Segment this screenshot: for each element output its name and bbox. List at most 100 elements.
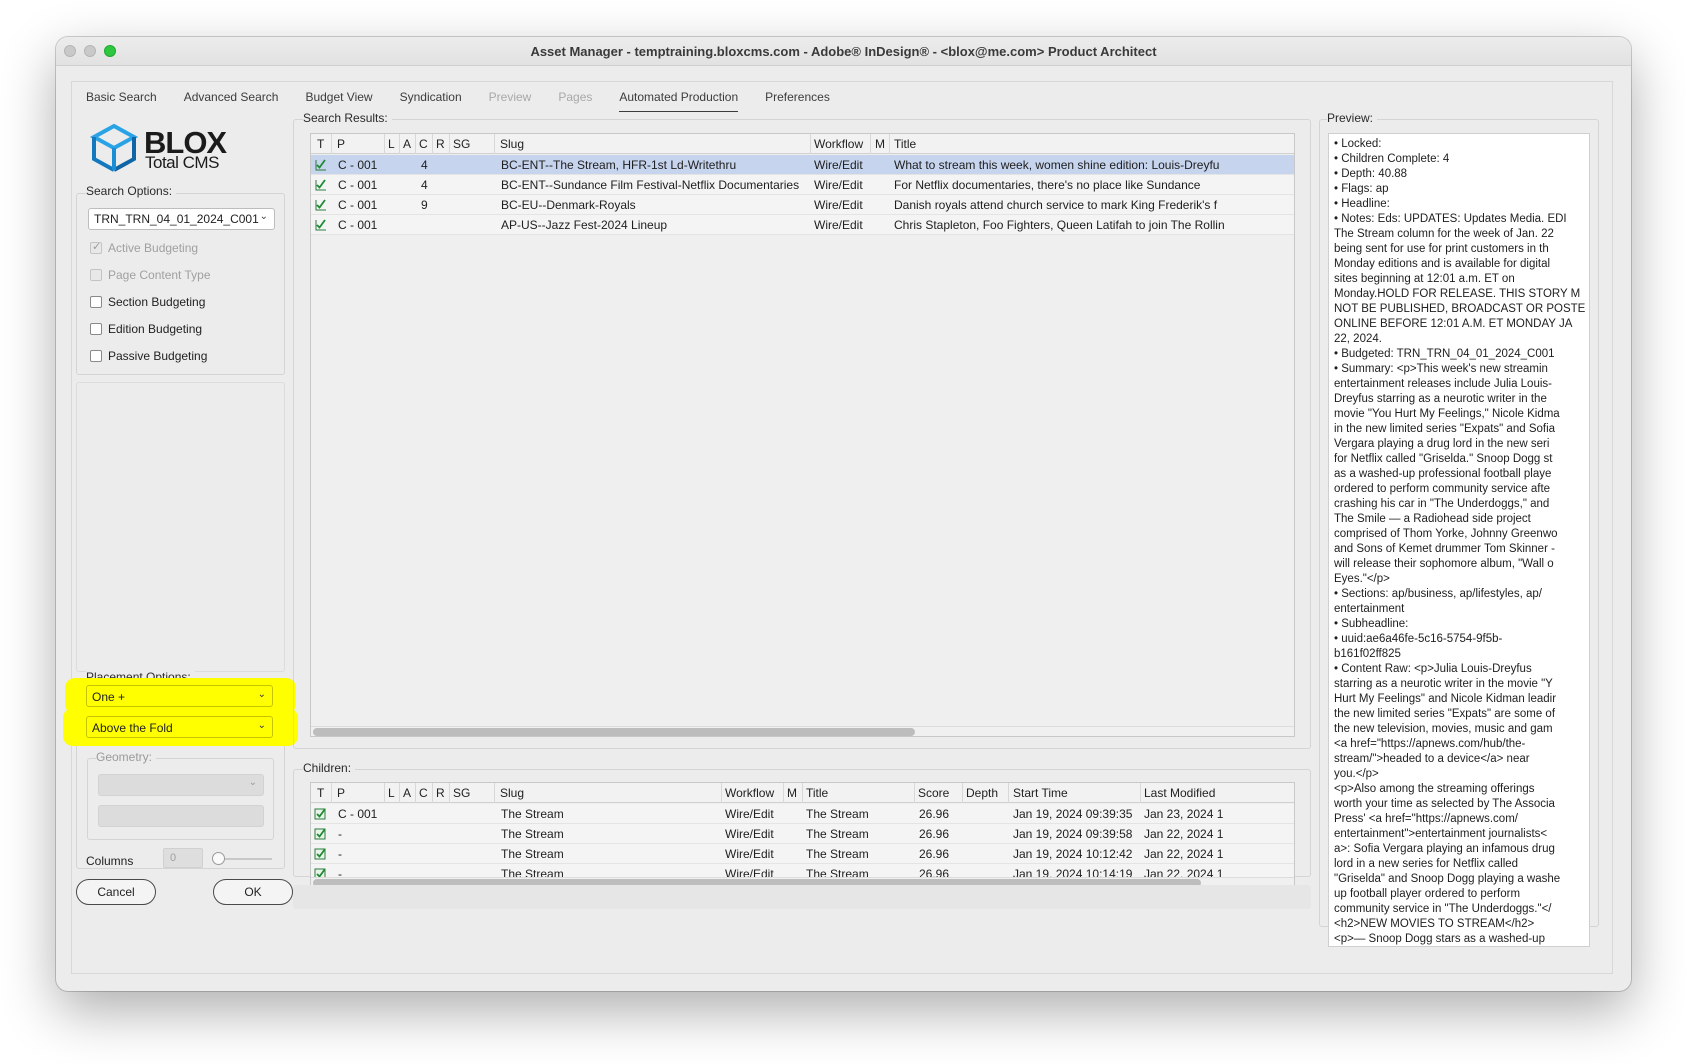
cell-page: -: [338, 847, 342, 861]
child-row[interactable]: - The Stream Wire/Edit The Stream 26.96 Jan 1…: [311, 824, 1294, 844]
search_results-col-m[interactable]: M: [875, 137, 885, 151]
checkbox[interactable]: [90, 296, 102, 308]
children-col-slug[interactable]: Slug: [500, 786, 524, 800]
search_results-col-p[interactable]: P: [337, 137, 345, 151]
children-col-workflow[interactable]: Workflow: [725, 786, 774, 800]
checkbox-row-passive-budgeting[interactable]: Passive Budgeting: [90, 349, 207, 363]
placement-select-1[interactable]: One + ⌄: [86, 685, 273, 707]
children-col-t[interactable]: T: [317, 786, 324, 800]
column-divider[interactable]: [331, 783, 332, 803]
column-divider[interactable]: [399, 134, 400, 154]
tab-preferences[interactable]: Preferences: [765, 90, 830, 112]
preview-text-line: starring as a neurotic writer in the mov…: [1334, 678, 1553, 690]
checkbox[interactable]: [90, 269, 102, 281]
column-divider[interactable]: [721, 783, 722, 803]
children-col-start-time[interactable]: Start Time: [1013, 786, 1068, 800]
search_results-col-workflow[interactable]: Workflow: [814, 137, 863, 151]
column-divider[interactable]: [889, 134, 890, 154]
column-divider[interactable]: [384, 134, 385, 154]
checkbox[interactable]: [90, 240, 102, 254]
column-divider[interactable]: [399, 783, 400, 803]
column-divider[interactable]: [384, 783, 385, 803]
horizontal-scrollbar[interactable]: [311, 726, 1294, 736]
child-row[interactable]: C - 001 The Stream Wire/Edit The Stream 26.9…: [311, 804, 1294, 824]
tab-advanced-search[interactable]: Advanced Search: [184, 90, 279, 112]
column-divider[interactable]: [1008, 783, 1009, 803]
column-divider[interactable]: [494, 783, 495, 803]
tab-automated-production[interactable]: Automated Production: [619, 90, 739, 112]
children-col-score[interactable]: Score: [918, 786, 949, 800]
column-divider[interactable]: [331, 134, 332, 154]
children-col-depth[interactable]: Depth: [966, 786, 998, 800]
column-divider[interactable]: [449, 783, 450, 803]
search_results-col-slug[interactable]: Slug: [500, 137, 524, 151]
cell-last-modified: Jan 22, 2024 1: [1144, 847, 1224, 861]
column-divider[interactable]: [415, 783, 416, 803]
column-divider[interactable]: [449, 134, 450, 154]
table-row[interactable]: C - 001 9 BC-EU--Denmark-Royals Wire/Edit Da…: [311, 195, 1294, 215]
column-divider[interactable]: [870, 134, 871, 154]
search_results-col-title[interactable]: Title: [894, 137, 916, 151]
preview-text-area[interactable]: • Locked: • Children Complete: 4 • Depth: …: [1328, 133, 1590, 947]
preview-text-line: comprised of Thom Yorke, Johnny Greenwo: [1334, 528, 1558, 540]
column-divider[interactable]: [962, 783, 963, 803]
budget-select[interactable]: TRN_TRN_04_01_2024_C001 ⌄: [88, 208, 275, 230]
table-row[interactable]: C - 001 AP-US--Jazz Fest-2024 Lineup Wire/…: [311, 215, 1294, 235]
child-row[interactable]: - The Stream Wire/Edit The Stream 26.96 Jan 1…: [311, 844, 1294, 864]
preview-text-line: ONLINE BEFORE 12:01 A.M. ET MONDAY JA: [1334, 318, 1573, 330]
checkbox[interactable]: [90, 350, 102, 362]
children-col-r[interactable]: R: [436, 786, 445, 800]
column-divider[interactable]: [802, 783, 803, 803]
children-col-title[interactable]: Title: [806, 786, 828, 800]
column-divider[interactable]: [432, 134, 433, 154]
children-col-p[interactable]: P: [337, 786, 345, 800]
search_results-col-l[interactable]: L: [388, 137, 395, 151]
cancel-button[interactable]: Cancel: [76, 879, 156, 905]
checkbox-row-section-budgeting[interactable]: Section Budgeting: [90, 295, 205, 309]
children-col-a[interactable]: A: [403, 786, 411, 800]
search_results-col-r[interactable]: R: [436, 137, 445, 151]
columns-slider-handle[interactable]: [212, 852, 225, 865]
tab-pages[interactable]: Pages: [558, 90, 592, 112]
search_results-col-sg[interactable]: SG: [453, 137, 470, 151]
geometry-field[interactable]: [98, 805, 264, 827]
column-divider[interactable]: [1140, 783, 1141, 803]
preview-text-line: Monday.HOLD FOR RELEASE. THIS STORY M: [1334, 288, 1581, 300]
cell-workflow: Wire/Edit: [725, 847, 774, 861]
search_results-col-c[interactable]: C: [419, 137, 428, 151]
preview-text-line: in the new limited series "Expats" and S…: [1334, 423, 1556, 435]
search_results-col-t[interactable]: T: [317, 137, 324, 151]
table-row[interactable]: C - 001 4 BC-ENT--Sundance Film Festival-N…: [311, 175, 1294, 195]
column-divider[interactable]: [432, 783, 433, 803]
columns-slider-track[interactable]: [217, 858, 272, 860]
tab-preview[interactable]: Preview: [489, 90, 532, 112]
tab-basic-search[interactable]: Basic Search: [86, 90, 157, 112]
children-col-last-modified[interactable]: Last Modified: [1144, 786, 1215, 800]
column-divider[interactable]: [494, 134, 495, 154]
search-results-table[interactable]: T P L A C R SG Slug Workflow M Title C - 001 4 BC-ENT…: [310, 133, 1295, 737]
checkbox-row-page-content-type[interactable]: Page Content Type: [90, 268, 211, 282]
scrollbar-thumb[interactable]: [313, 728, 915, 736]
table-row[interactable]: C - 001 4 BC-ENT--The Stream, HFR-1st Ld-W…: [311, 155, 1294, 175]
children-col-c[interactable]: C: [419, 786, 428, 800]
children-col-l[interactable]: L: [388, 786, 395, 800]
column-divider[interactable]: [914, 783, 915, 803]
placement-select-2[interactable]: Above the Fold ⌄: [86, 716, 273, 738]
columns-input[interactable]: 0: [163, 848, 203, 868]
children-table[interactable]: T P L A C R SG Slug Workflow M Title Score Depth Star…: [310, 782, 1295, 888]
checkbox-row-active-budgeting[interactable]: Active Budgeting: [90, 240, 198, 255]
ok-button[interactable]: OK: [213, 879, 293, 905]
preview-text-line: community service in "The Underdoggs."</: [1334, 903, 1552, 915]
geometry-select[interactable]: ⌄: [98, 774, 264, 796]
column-divider[interactable]: [783, 783, 784, 803]
checkbox-row-edition-budgeting[interactable]: Edition Budgeting: [90, 322, 202, 336]
column-divider[interactable]: [810, 134, 811, 154]
search_results-col-a[interactable]: A: [403, 137, 411, 151]
children-col-m[interactable]: M: [787, 786, 797, 800]
tab-syndication[interactable]: Syndication: [400, 90, 462, 112]
column-divider[interactable]: [415, 134, 416, 154]
checkbox[interactable]: [90, 323, 102, 335]
cell-title: Danish royals attend church service to m…: [894, 198, 1218, 212]
tab-budget-view[interactable]: Budget View: [305, 90, 372, 112]
children-col-sg[interactable]: SG: [453, 786, 470, 800]
